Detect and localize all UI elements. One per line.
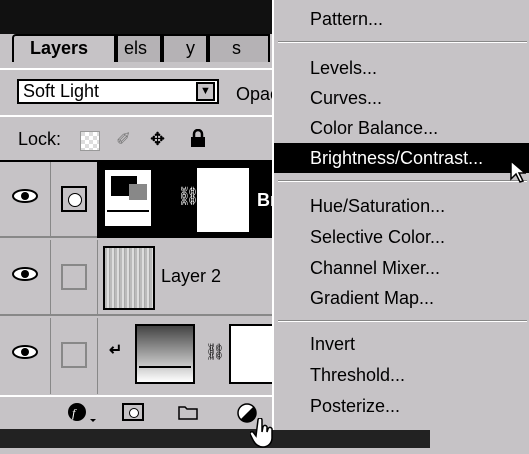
tab-channels[interactable]: els [116, 34, 162, 62]
layer-style-icon[interactable]: f [66, 401, 96, 428]
layer-body[interactable]: ↵ ⛓ [97, 318, 300, 394]
menu-separator [278, 180, 527, 182]
menu-item-selective-color[interactable]: Selective Color... [274, 222, 529, 252]
checkerboard-icon[interactable] [80, 131, 100, 151]
menu-item-label: Invert [310, 334, 356, 354]
chevron-down-icon[interactable]: ▼ [196, 82, 215, 101]
layer-row-layer2[interactable]: Layer 2 [0, 240, 300, 316]
layer-name: Layer 2 [161, 266, 222, 286]
status-bar [0, 429, 430, 448]
adjustment-layer-icon [103, 168, 153, 228]
menu-item-label: Channel Mixer... [310, 258, 441, 278]
blend-mode-select[interactable]: Soft Light ▼ [17, 79, 219, 104]
layer-body[interactable]: Layer 2 [97, 240, 300, 316]
adjustment-layer-icon [135, 324, 195, 384]
tab-history[interactable]: s [208, 34, 270, 62]
clipping-arrow-icon: ↵ [109, 342, 123, 359]
menu-item-label: Brightness/Contrast... [310, 148, 484, 168]
menu-item-hue-saturation[interactable]: Hue/Saturation... [274, 191, 529, 221]
menu-item-label: Posterize... [310, 396, 401, 416]
link-cell[interactable] [51, 162, 98, 238]
tab-layers[interactable]: Layers [12, 34, 116, 62]
lock-row: Lock: ✐ ✥ [0, 115, 300, 157]
eye-icon[interactable] [11, 344, 39, 360]
link-box[interactable] [61, 342, 87, 368]
layer-body[interactable]: ⛓ Br [97, 162, 300, 238]
add-mask-icon[interactable] [122, 403, 144, 421]
menu-item-pattern[interactable]: Pattern... [274, 4, 529, 34]
visibility-cell[interactable] [0, 318, 51, 394]
eye-icon[interactable] [11, 266, 39, 282]
panel-title-bar [0, 0, 300, 34]
menu-item-levels[interactable]: Levels... [274, 53, 529, 83]
visibility-cell[interactable] [0, 162, 51, 238]
tab-layers-label: Layers [30, 38, 89, 58]
lock-icon[interactable] [190, 128, 206, 147]
menu-item-label: Gradient Map... [310, 288, 435, 308]
blend-mode-value: Soft Light [23, 81, 100, 101]
menu-separator [278, 320, 527, 322]
layer-row-levels[interactable]: ↵ ⛓ [0, 318, 300, 394]
layer-mask-icon[interactable] [61, 186, 87, 212]
menu-item-label: Hue/Saturation... [310, 196, 446, 216]
chain-link-icon[interactable]: ⛓ [205, 342, 225, 362]
hand-cursor-icon [249, 417, 276, 454]
visibility-cell[interactable] [0, 240, 51, 316]
menu-item-invert[interactable]: Invert [274, 329, 529, 359]
menu-item-label: Curves... [310, 88, 383, 108]
tab-channels-label: els [124, 38, 148, 58]
lock-label: Lock: [18, 129, 62, 149]
layers-list: ⛓ Br Layer 2 ↵ ⛓ [0, 160, 300, 394]
menu-item-channel-mixer[interactable]: Channel Mixer... [274, 253, 529, 283]
menu-item-brightness-contrast[interactable]: Brightness/Contrast... [274, 143, 529, 173]
menu-item-threshold[interactable]: Threshold... [274, 360, 529, 390]
arrow-cursor-icon [510, 159, 528, 190]
move-icon[interactable]: ✥ [150, 129, 165, 150]
menu-item-label: Levels... [310, 58, 378, 78]
layers-panel: Layers els y s Soft Light ▼ Opac Lock: ✐… [0, 0, 300, 448]
brush-icon[interactable]: ✐ [116, 129, 131, 150]
menu-item-label: Pattern... [310, 9, 384, 29]
menu-item-curves[interactable]: Curves... [274, 83, 529, 113]
adjustment-menu: Pattern... Levels... Curves... Color Bal… [272, 0, 529, 430]
tab-paths-label: y [186, 38, 195, 58]
mask-thumbnail [197, 168, 249, 232]
menu-item-label: Selective Color... [310, 227, 446, 247]
menu-item-label: Color Balance... [310, 118, 439, 138]
folder-icon[interactable] [178, 404, 198, 425]
link-cell[interactable] [51, 318, 98, 394]
menu-item-posterize[interactable]: Posterize... [274, 391, 529, 421]
menu-item-label: Threshold... [310, 365, 406, 385]
menu-item-gradient-map[interactable]: Gradient Map... [274, 283, 529, 313]
menu-separator [278, 41, 527, 43]
eye-icon[interactable] [11, 188, 39, 204]
menu-item-color-balance[interactable]: Color Balance... [274, 113, 529, 143]
link-cell[interactable] [51, 240, 98, 316]
layer-thumbnail [103, 246, 155, 310]
link-box[interactable] [61, 264, 87, 290]
blend-row: Soft Light ▼ Opac [0, 68, 300, 112]
tab-paths[interactable]: y [162, 34, 208, 62]
layer-row-adjustment[interactable]: ⛓ Br [0, 162, 300, 238]
tab-history-label: s [232, 38, 241, 58]
